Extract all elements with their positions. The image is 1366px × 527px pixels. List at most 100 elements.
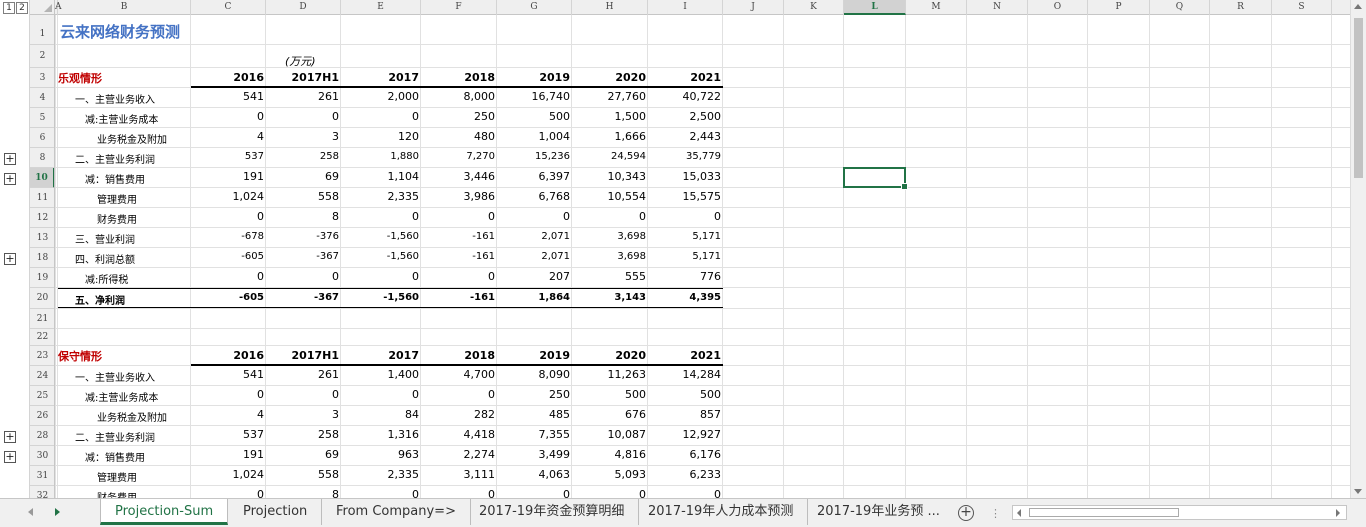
conservative-row-value[interactable]: 282	[421, 408, 497, 421]
row-header-8[interactable]: 8	[30, 148, 54, 168]
optimistic-row-value[interactable]: -1,560	[341, 251, 421, 262]
conservative-row-value[interactable]: 8,090	[497, 368, 572, 381]
optimistic-row-value[interactable]: 4,395	[648, 292, 723, 303]
conservative-row-value[interactable]: 0	[421, 488, 497, 498]
column-header-f[interactable]: F	[421, 0, 497, 15]
column-header-g[interactable]: G	[497, 0, 572, 15]
optimistic-row-value[interactable]: 5,171	[648, 251, 723, 262]
scroll-left-icon[interactable]	[1017, 509, 1021, 517]
optimistic-row-value[interactable]: 15,575	[648, 190, 723, 203]
row-header-19[interactable]: 19	[30, 268, 54, 288]
optimistic-row-value[interactable]: 1,864	[497, 292, 572, 303]
optimistic-row-value[interactable]: -1,560	[341, 231, 421, 242]
con-header[interactable]: 2017H1	[266, 349, 341, 362]
conservative-row-label[interactable]: 财务费用	[97, 489, 137, 498]
conservative-row-value[interactable]: 0	[497, 488, 572, 498]
optimistic-row-value[interactable]: 1,024	[191, 190, 266, 203]
column-header-i[interactable]: I	[648, 0, 723, 15]
conservative-row-value[interactable]: 84	[341, 408, 421, 421]
conservative-row-value[interactable]: 11,263	[572, 368, 648, 381]
conservative-row-value[interactable]: 0	[572, 488, 648, 498]
conservative-row-label[interactable]: 业务税金及附加	[97, 409, 167, 424]
optimistic-row-value[interactable]: 1,880	[341, 151, 421, 162]
optimistic-row-value[interactable]: 2,071	[497, 231, 572, 242]
opt-header[interactable]: 2020	[572, 71, 648, 84]
optimistic-row-value[interactable]: 2,000	[341, 90, 421, 103]
conservative-row-value[interactable]: 541	[191, 368, 266, 381]
column-header-s[interactable]: S	[1272, 0, 1332, 15]
optimistic-row-value[interactable]: -678	[191, 231, 266, 242]
add-sheet-button[interactable]: +	[958, 505, 974, 521]
conservative-row-value[interactable]: 963	[341, 448, 421, 461]
opt-header[interactable]: 2016	[191, 71, 266, 84]
optimistic-scenario-label[interactable]: 乐观情形	[58, 70, 102, 86]
optimistic-row-value[interactable]: 8,000	[421, 90, 497, 103]
conservative-row-value[interactable]: 258	[266, 428, 341, 441]
conservative-row-value[interactable]: 4	[191, 408, 266, 421]
optimistic-row-label[interactable]: 减:主营业务成本	[85, 111, 158, 126]
column-header-h[interactable]: H	[572, 0, 648, 15]
conservative-row-value[interactable]: 1,316	[341, 428, 421, 441]
tab-splitter-icon[interactable]: ⋮	[990, 507, 1001, 520]
optimistic-row-value[interactable]: 0	[421, 210, 497, 223]
conservative-row-value[interactable]: 8	[266, 488, 341, 498]
conservative-row-value[interactable]: 250	[497, 388, 572, 401]
optimistic-row-value[interactable]: 15,033	[648, 170, 723, 183]
column-header-r[interactable]: R	[1210, 0, 1272, 15]
expand-row-8-button[interactable]: +	[4, 153, 16, 165]
conservative-row-value[interactable]: 2,274	[421, 448, 497, 461]
con-header[interactable]: 2017	[341, 349, 421, 362]
opt-header[interactable]: 2021	[648, 71, 723, 84]
row-header-25[interactable]: 25	[30, 386, 54, 406]
optimistic-row-value[interactable]: 0	[497, 210, 572, 223]
optimistic-row-value[interactable]: 5,171	[648, 231, 723, 242]
conservative-row-value[interactable]: 4,700	[421, 368, 497, 381]
con-header[interactable]: 2016	[191, 349, 266, 362]
optimistic-row-value[interactable]: -367	[266, 292, 341, 303]
tab-fund-budget[interactable]: 2017-19年资金预算明细	[465, 499, 640, 525]
row-header-3[interactable]: 3	[30, 68, 54, 88]
tab-business-forecast[interactable]: 2017-19年业务预 ...	[803, 499, 944, 525]
tab-from-company[interactable]: From Company=>	[322, 499, 471, 525]
optimistic-row-value[interactable]: 0	[341, 210, 421, 223]
optimistic-row-value[interactable]: 261	[266, 90, 341, 103]
optimistic-row-value[interactable]: 0	[341, 270, 421, 283]
optimistic-row-value[interactable]: 1,666	[572, 130, 648, 143]
optimistic-row-value[interactable]: 120	[341, 130, 421, 143]
conservative-row-label[interactable]: 二、主营业务利润	[75, 429, 155, 444]
optimistic-row-value[interactable]: -367	[266, 251, 341, 262]
column-header-e[interactable]: E	[341, 0, 421, 15]
scroll-up-icon[interactable]	[1354, 4, 1362, 9]
optimistic-row-label[interactable]: 财务费用	[97, 211, 137, 226]
optimistic-row-value[interactable]: 537	[191, 151, 266, 162]
optimistic-row-value[interactable]: 2,500	[648, 110, 723, 123]
scroll-down-icon[interactable]	[1354, 489, 1362, 494]
optimistic-row-value[interactable]: 0	[191, 210, 266, 223]
row-header-6[interactable]: 6	[30, 128, 54, 148]
column-header-c[interactable]: C	[191, 0, 266, 15]
row-header-23[interactable]: 23	[30, 346, 54, 366]
conservative-row-value[interactable]: 69	[266, 448, 341, 461]
optimistic-row-value[interactable]: 6,768	[497, 190, 572, 203]
expand-row-18-button[interactable]: +	[4, 253, 16, 265]
row-header-26[interactable]: 26	[30, 406, 54, 426]
conservative-row-value[interactable]: 0	[266, 388, 341, 401]
prev-sheet-icon[interactable]	[28, 508, 33, 516]
conservative-row-value[interactable]: 3,499	[497, 448, 572, 461]
optimistic-row-value[interactable]: 0	[648, 210, 723, 223]
expand-row-30-button[interactable]: +	[4, 451, 16, 463]
column-header-p[interactable]: P	[1088, 0, 1150, 15]
expand-row-28-button[interactable]: +	[4, 431, 16, 443]
optimistic-row-value[interactable]: 1,004	[497, 130, 572, 143]
optimistic-row-value[interactable]: 0	[191, 110, 266, 123]
row-header-10[interactable]: 10	[30, 168, 54, 188]
optimistic-row-value[interactable]: 2,071	[497, 251, 572, 262]
horizontal-scrollbar[interactable]	[1012, 505, 1347, 520]
optimistic-row-label[interactable]: 业务税金及附加	[97, 131, 167, 146]
conservative-row-value[interactable]: 857	[648, 408, 723, 421]
opt-header[interactable]: 2017	[341, 71, 421, 84]
optimistic-row-label[interactable]: 减:所得税	[85, 271, 128, 286]
conservative-row-value[interactable]: 0	[191, 488, 266, 498]
conservative-scenario-label[interactable]: 保守情形	[58, 348, 102, 364]
row-header-1[interactable]: 1	[30, 15, 54, 45]
